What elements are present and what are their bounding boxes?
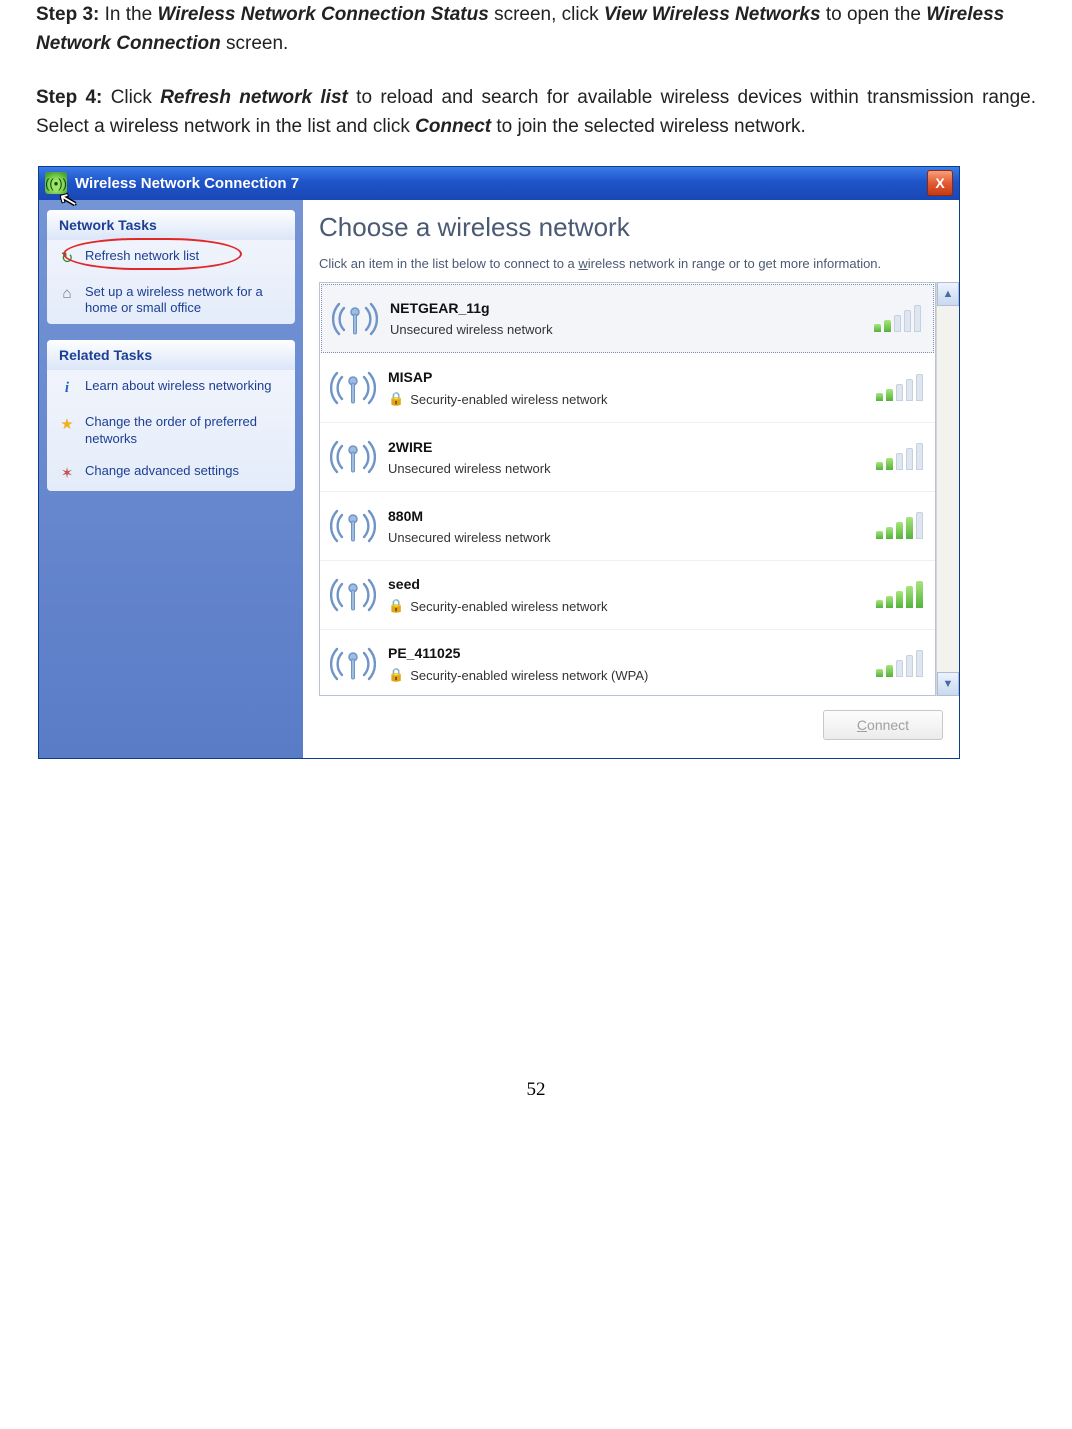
sidebar-item-label: Refresh network list (85, 248, 199, 264)
network-security: Unsecured wireless network (388, 530, 864, 545)
sidebar-group-network-tasks: Network Tasks ↻ Refresh network list ⌂ S… (47, 210, 295, 325)
network-name: 2WIRE (388, 439, 864, 455)
main-pane: Choose a wireless network Click an item … (303, 200, 959, 759)
antenna-icon (330, 503, 376, 549)
scroll-up-button[interactable]: ▲ (937, 282, 959, 306)
gear-icon: ✶ (57, 463, 77, 483)
page-number: 52 (36, 1079, 1036, 1131)
lock-icon: 🔒 (388, 667, 404, 683)
antenna-icon (330, 434, 376, 480)
lock-icon: 🔒 (388, 391, 404, 407)
sidebar-item-setup-network[interactable]: ⌂ Set up a wireless network for a home o… (47, 276, 295, 325)
network-security: Unsecured wireless network (390, 322, 862, 337)
signal-strength-icon (874, 306, 921, 332)
network-name: NETGEAR_11g (390, 300, 862, 316)
network-security: 🔒Security-enabled wireless network (388, 598, 864, 614)
network-name: PE_411025 (388, 645, 864, 661)
network-security: Unsecured wireless network (388, 461, 864, 476)
close-button[interactable]: X (927, 170, 953, 196)
lock-icon: 🔒 (388, 598, 404, 614)
sidebar: Network Tasks ↻ Refresh network list ⌂ S… (39, 200, 303, 759)
scroll-down-button[interactable]: ▼ (937, 672, 959, 696)
star-icon: ★ (57, 414, 77, 434)
titlebar[interactable]: ((•)) Wireless Network Connection 7 X ↖ (39, 167, 959, 200)
network-name: 880M (388, 508, 864, 524)
antenna-icon (330, 572, 376, 618)
sidebar-item-label: Learn about wireless networking (85, 378, 271, 394)
network-name: MISAP (388, 369, 864, 385)
signal-strength-icon (876, 582, 923, 608)
sidebar-item-label: Set up a wireless network for a home or … (85, 284, 285, 317)
network-security: 🔒Security-enabled wireless network (WPA) (388, 667, 864, 683)
sidebar-heading: Related Tasks (47, 340, 295, 370)
info-icon: i (57, 378, 77, 398)
signal-strength-icon (876, 375, 923, 401)
sidebar-item-refresh-network-list[interactable]: ↻ Refresh network list (47, 240, 295, 276)
network-item[interactable]: NETGEAR_11g Unsecured wireless network (321, 284, 934, 353)
sidebar-item-label: Change advanced settings (85, 463, 239, 479)
network-item[interactable]: 880M Unsecured wireless network (320, 492, 935, 561)
wireless-connection-window: ((•)) Wireless Network Connection 7 X ↖ … (38, 166, 960, 760)
page-title: Choose a wireless network (303, 200, 959, 247)
sidebar-group-related-tasks: Related Tasks i Learn about wireless net… (47, 340, 295, 491)
network-list: NETGEAR_11g Unsecured wireless network MIS… (319, 282, 936, 696)
antenna-icon (332, 296, 378, 342)
network-name: seed (388, 576, 864, 592)
scrollbar[interactable]: ▲ ▼ (936, 282, 959, 696)
antenna-icon (330, 641, 376, 687)
network-item[interactable]: PE_411025 🔒Security-enabled wireless netw… (320, 630, 935, 696)
sidebar-heading: Network Tasks (47, 210, 295, 240)
sidebar-item-advanced[interactable]: ✶ Change advanced settings (47, 455, 295, 491)
step3-paragraph: Step 3: In the Wireless Network Connecti… (36, 0, 1036, 59)
sidebar-item-learn[interactable]: i Learn about wireless networking (47, 370, 295, 406)
signal-strength-icon (876, 513, 923, 539)
network-security: 🔒Security-enabled wireless network (388, 391, 864, 407)
antenna-icon (330, 365, 376, 411)
sidebar-item-label: Change the order of preferred networks (85, 414, 285, 447)
sidebar-item-change-order[interactable]: ★ Change the order of preferred networks (47, 406, 295, 455)
scroll-track[interactable] (937, 306, 959, 672)
setup-icon: ⌂ (57, 284, 77, 304)
page-subtitle: Click an item in the list below to conne… (303, 247, 959, 283)
connect-button[interactable]: Connect (823, 710, 943, 740)
signal-strength-icon (876, 444, 923, 470)
step4-paragraph: Step 4: Click Refresh network list to re… (36, 83, 1036, 142)
network-item[interactable]: seed 🔒Security-enabled wireless network (320, 561, 935, 630)
network-item[interactable]: MISAP 🔒Security-enabled wireless network (320, 354, 935, 423)
window-title: Wireless Network Connection 7 (75, 175, 927, 192)
network-item[interactable]: 2WIRE Unsecured wireless network (320, 423, 935, 492)
signal-strength-icon (876, 651, 923, 677)
refresh-icon: ↻ (57, 248, 77, 268)
